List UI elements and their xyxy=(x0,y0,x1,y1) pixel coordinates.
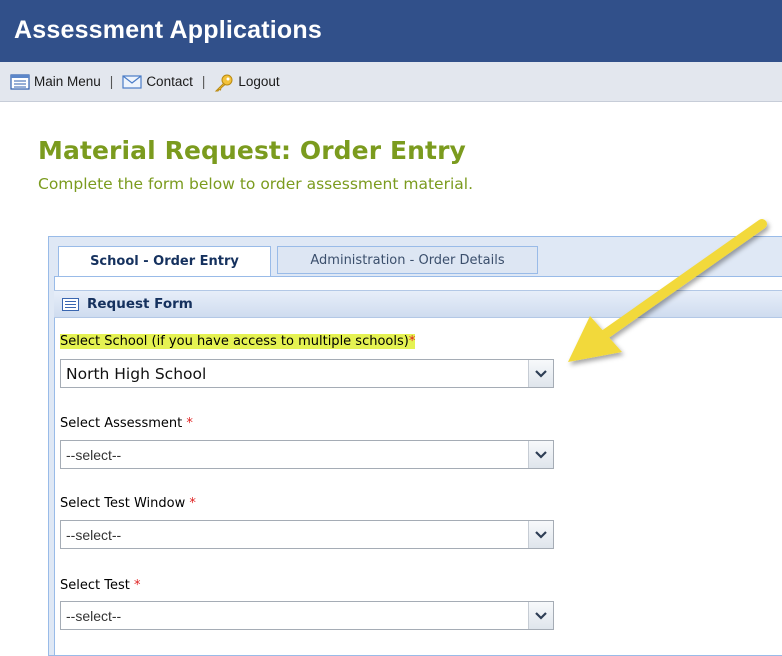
select-assessment-label: Select Assessment * xyxy=(60,416,193,431)
required-mark: * xyxy=(133,578,141,593)
page-subtitle: Complete the form below to order assessm… xyxy=(38,175,473,193)
chevron-down-icon[interactable] xyxy=(528,441,553,468)
contact-link[interactable]: Contact xyxy=(122,74,193,90)
tab-school-order-entry[interactable]: School - Order Entry xyxy=(58,246,271,276)
select-school-dropdown[interactable]: North High School xyxy=(60,359,554,388)
select-school-value: North High School xyxy=(66,364,207,383)
select-test-window-label: Select Test Window * xyxy=(60,496,196,511)
main-menu-label: Main Menu xyxy=(34,74,101,89)
toolbar: Main Menu | Contact | Logout xyxy=(0,62,782,102)
select-test-label-text: Select Test xyxy=(60,578,130,593)
select-assessment-value: --select-- xyxy=(66,446,122,463)
app-title: Assessment Applications xyxy=(14,16,322,44)
envelope-icon xyxy=(122,74,142,90)
contact-label: Contact xyxy=(146,74,193,89)
arrow-annotation xyxy=(568,219,767,362)
toolbar-separator: | xyxy=(201,74,206,89)
logout-link[interactable]: Logout xyxy=(214,74,280,91)
logout-label: Logout xyxy=(238,74,280,89)
select-test-window-value: --select-- xyxy=(66,526,122,543)
required-mark: * xyxy=(189,496,196,511)
select-school-label: Select School (if you have access to mul… xyxy=(60,334,416,349)
main-menu-link[interactable]: Main Menu xyxy=(10,73,101,90)
list-icon xyxy=(10,73,30,90)
select-test-window-dropdown[interactable]: --select-- xyxy=(60,520,554,549)
chevron-down-icon[interactable] xyxy=(528,521,553,548)
chevron-down-icon[interactable] xyxy=(528,602,553,629)
select-test-window-label-text: Select Test Window xyxy=(60,496,186,511)
select-test-dropdown[interactable]: --select-- xyxy=(60,601,554,630)
select-school-label-text: Select School (if you have access to mul… xyxy=(60,334,409,349)
required-mark: * xyxy=(186,416,193,431)
app-header: Assessment Applications xyxy=(0,0,782,62)
toolbar-separator: | xyxy=(109,74,114,89)
tab-administration-order-details[interactable]: Administration - Order Details xyxy=(277,246,538,274)
select-test-value: --select-- xyxy=(66,607,122,624)
page-title: Material Request: Order Entry xyxy=(38,136,466,165)
request-form-title: Request Form xyxy=(87,296,193,312)
select-test-label: Select Test * xyxy=(60,578,140,593)
form-icon xyxy=(62,297,79,311)
required-mark: * xyxy=(408,334,416,349)
select-assessment-label-text: Select Assessment xyxy=(60,416,183,431)
select-assessment-dropdown[interactable]: --select-- xyxy=(60,440,554,469)
key-icon xyxy=(214,74,234,91)
